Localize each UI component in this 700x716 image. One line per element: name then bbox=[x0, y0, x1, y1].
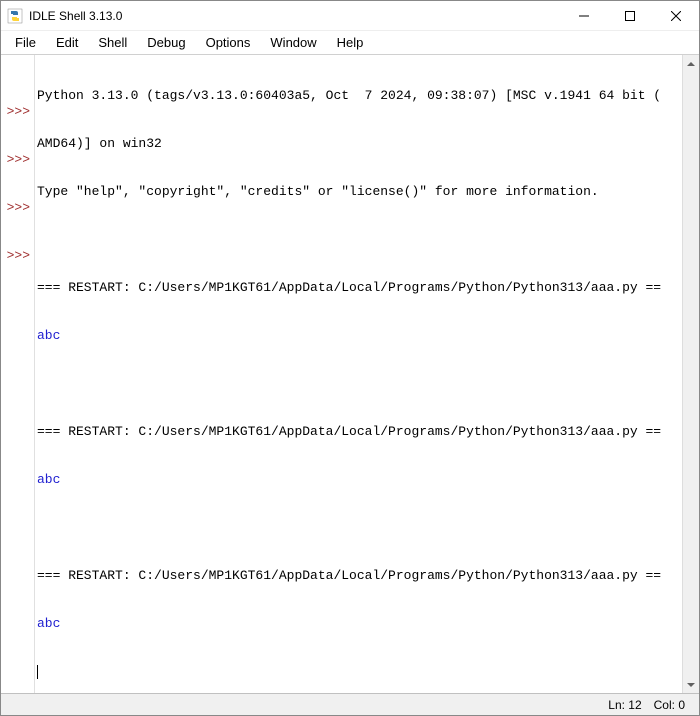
window-title: IDLE Shell 3.13.0 bbox=[29, 9, 561, 23]
menubar: File Edit Shell Debug Options Window Hel… bbox=[1, 31, 699, 55]
shell-editor[interactable]: Python 3.13.0 (tags/v3.13.0:60403a5, Oct… bbox=[35, 55, 682, 693]
menu-help[interactable]: Help bbox=[327, 32, 374, 53]
vertical-scrollbar[interactable] bbox=[682, 55, 699, 693]
prompt: >>> bbox=[1, 200, 34, 216]
prompt: >>> bbox=[1, 152, 34, 168]
menu-file[interactable]: File bbox=[5, 32, 46, 53]
minimize-button[interactable] bbox=[561, 1, 607, 30]
prompt-gutter: >>> >>> >>> >>> bbox=[1, 55, 35, 693]
app-icon bbox=[7, 8, 23, 24]
menu-window[interactable]: Window bbox=[260, 32, 326, 53]
window-controls bbox=[561, 1, 699, 30]
menu-options[interactable]: Options bbox=[196, 32, 261, 53]
restart-line: === RESTART: C:/Users/MP1KGT61/AppData/L… bbox=[37, 280, 680, 296]
maximize-button[interactable] bbox=[607, 1, 653, 30]
scroll-up-arrow[interactable] bbox=[683, 55, 699, 72]
banner-line: AMD64)] on win32 bbox=[37, 136, 680, 152]
content-area: >>> >>> >>> >>> Python 3.13.0 (tags/v3.1… bbox=[1, 55, 699, 693]
scroll-down-arrow[interactable] bbox=[683, 676, 699, 693]
output-line: abc bbox=[37, 616, 680, 632]
restart-line: === RESTART: C:/Users/MP1KGT61/AppData/L… bbox=[37, 568, 680, 584]
menu-edit[interactable]: Edit bbox=[46, 32, 88, 53]
prompt: >>> bbox=[1, 248, 34, 264]
menu-debug[interactable]: Debug bbox=[137, 32, 195, 53]
status-col: Col: 0 bbox=[648, 698, 691, 712]
menu-shell[interactable]: Shell bbox=[88, 32, 137, 53]
output-line: abc bbox=[37, 328, 680, 344]
close-button[interactable] bbox=[653, 1, 699, 30]
prompt: >>> bbox=[1, 104, 34, 120]
status-line: Ln: 12 bbox=[602, 698, 647, 712]
restart-line: === RESTART: C:/Users/MP1KGT61/AppData/L… bbox=[37, 424, 680, 440]
titlebar: IDLE Shell 3.13.0 bbox=[1, 1, 699, 31]
output-line: abc bbox=[37, 472, 680, 488]
text-cursor bbox=[37, 665, 38, 679]
banner-line: Type "help", "copyright", "credits" or "… bbox=[37, 184, 680, 200]
status-bar: Ln: 12 Col: 0 bbox=[1, 693, 699, 715]
banner-line: Python 3.13.0 (tags/v3.13.0:60403a5, Oct… bbox=[37, 88, 680, 104]
